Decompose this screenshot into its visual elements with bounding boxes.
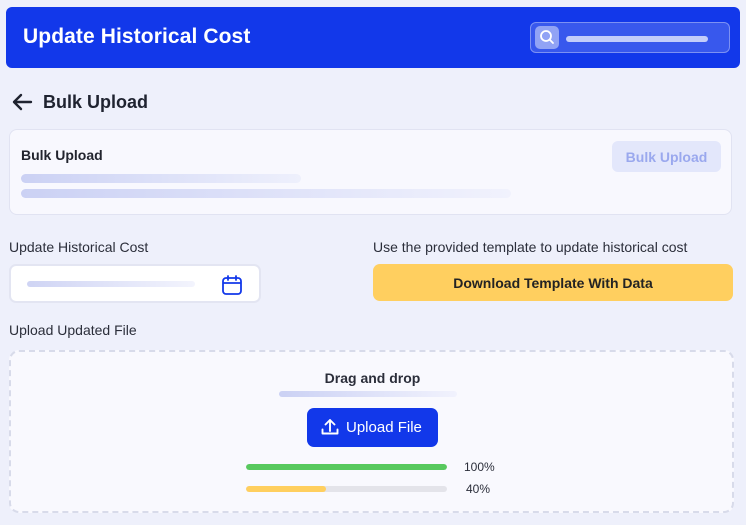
progress-bar-2 (246, 486, 447, 492)
date-input[interactable] (9, 264, 261, 303)
date-placeholder (27, 281, 195, 287)
progress-fill (246, 464, 447, 470)
search-icon (540, 30, 554, 44)
upload-button-label: Upload File (346, 419, 422, 436)
placeholder-line (21, 189, 511, 198)
upload-file-button[interactable]: Upload File (307, 408, 438, 447)
upload-label: Upload Updated File (9, 322, 137, 338)
progress-percent: 40% (466, 482, 491, 496)
search-input[interactable] (566, 36, 708, 42)
page-title: Bulk Upload (43, 92, 149, 112)
card-title: Bulk Upload (21, 147, 103, 163)
template-hint: Use the provided template to update hist… (373, 239, 688, 255)
search-button[interactable] (535, 26, 559, 49)
progress-fill (246, 486, 327, 492)
calendar-icon[interactable] (221, 274, 243, 296)
upload-icon (321, 419, 339, 435)
download-template-button[interactable]: Download Template With Data (373, 264, 733, 301)
progress-bar-1 (246, 464, 447, 470)
app-title: Update Historical Cost (23, 25, 251, 48)
bulk-upload-card: Bulk Upload Bulk Upload (9, 129, 732, 215)
search-bar[interactable] (530, 22, 730, 53)
arrow-left-icon[interactable] (11, 92, 33, 112)
date-label: Update Historical Cost (9, 239, 149, 255)
file-dropzone[interactable]: Drag and drop Upload File 100% 40% (9, 350, 734, 513)
dropzone-placeholder (279, 391, 457, 397)
bulk-upload-button[interactable]: Bulk Upload (612, 141, 721, 172)
placeholder-line (21, 174, 301, 183)
app-header: Update Historical Cost (6, 7, 740, 68)
dropzone-title: Drag and drop (324, 370, 421, 386)
progress-percent: 100% (464, 460, 495, 474)
